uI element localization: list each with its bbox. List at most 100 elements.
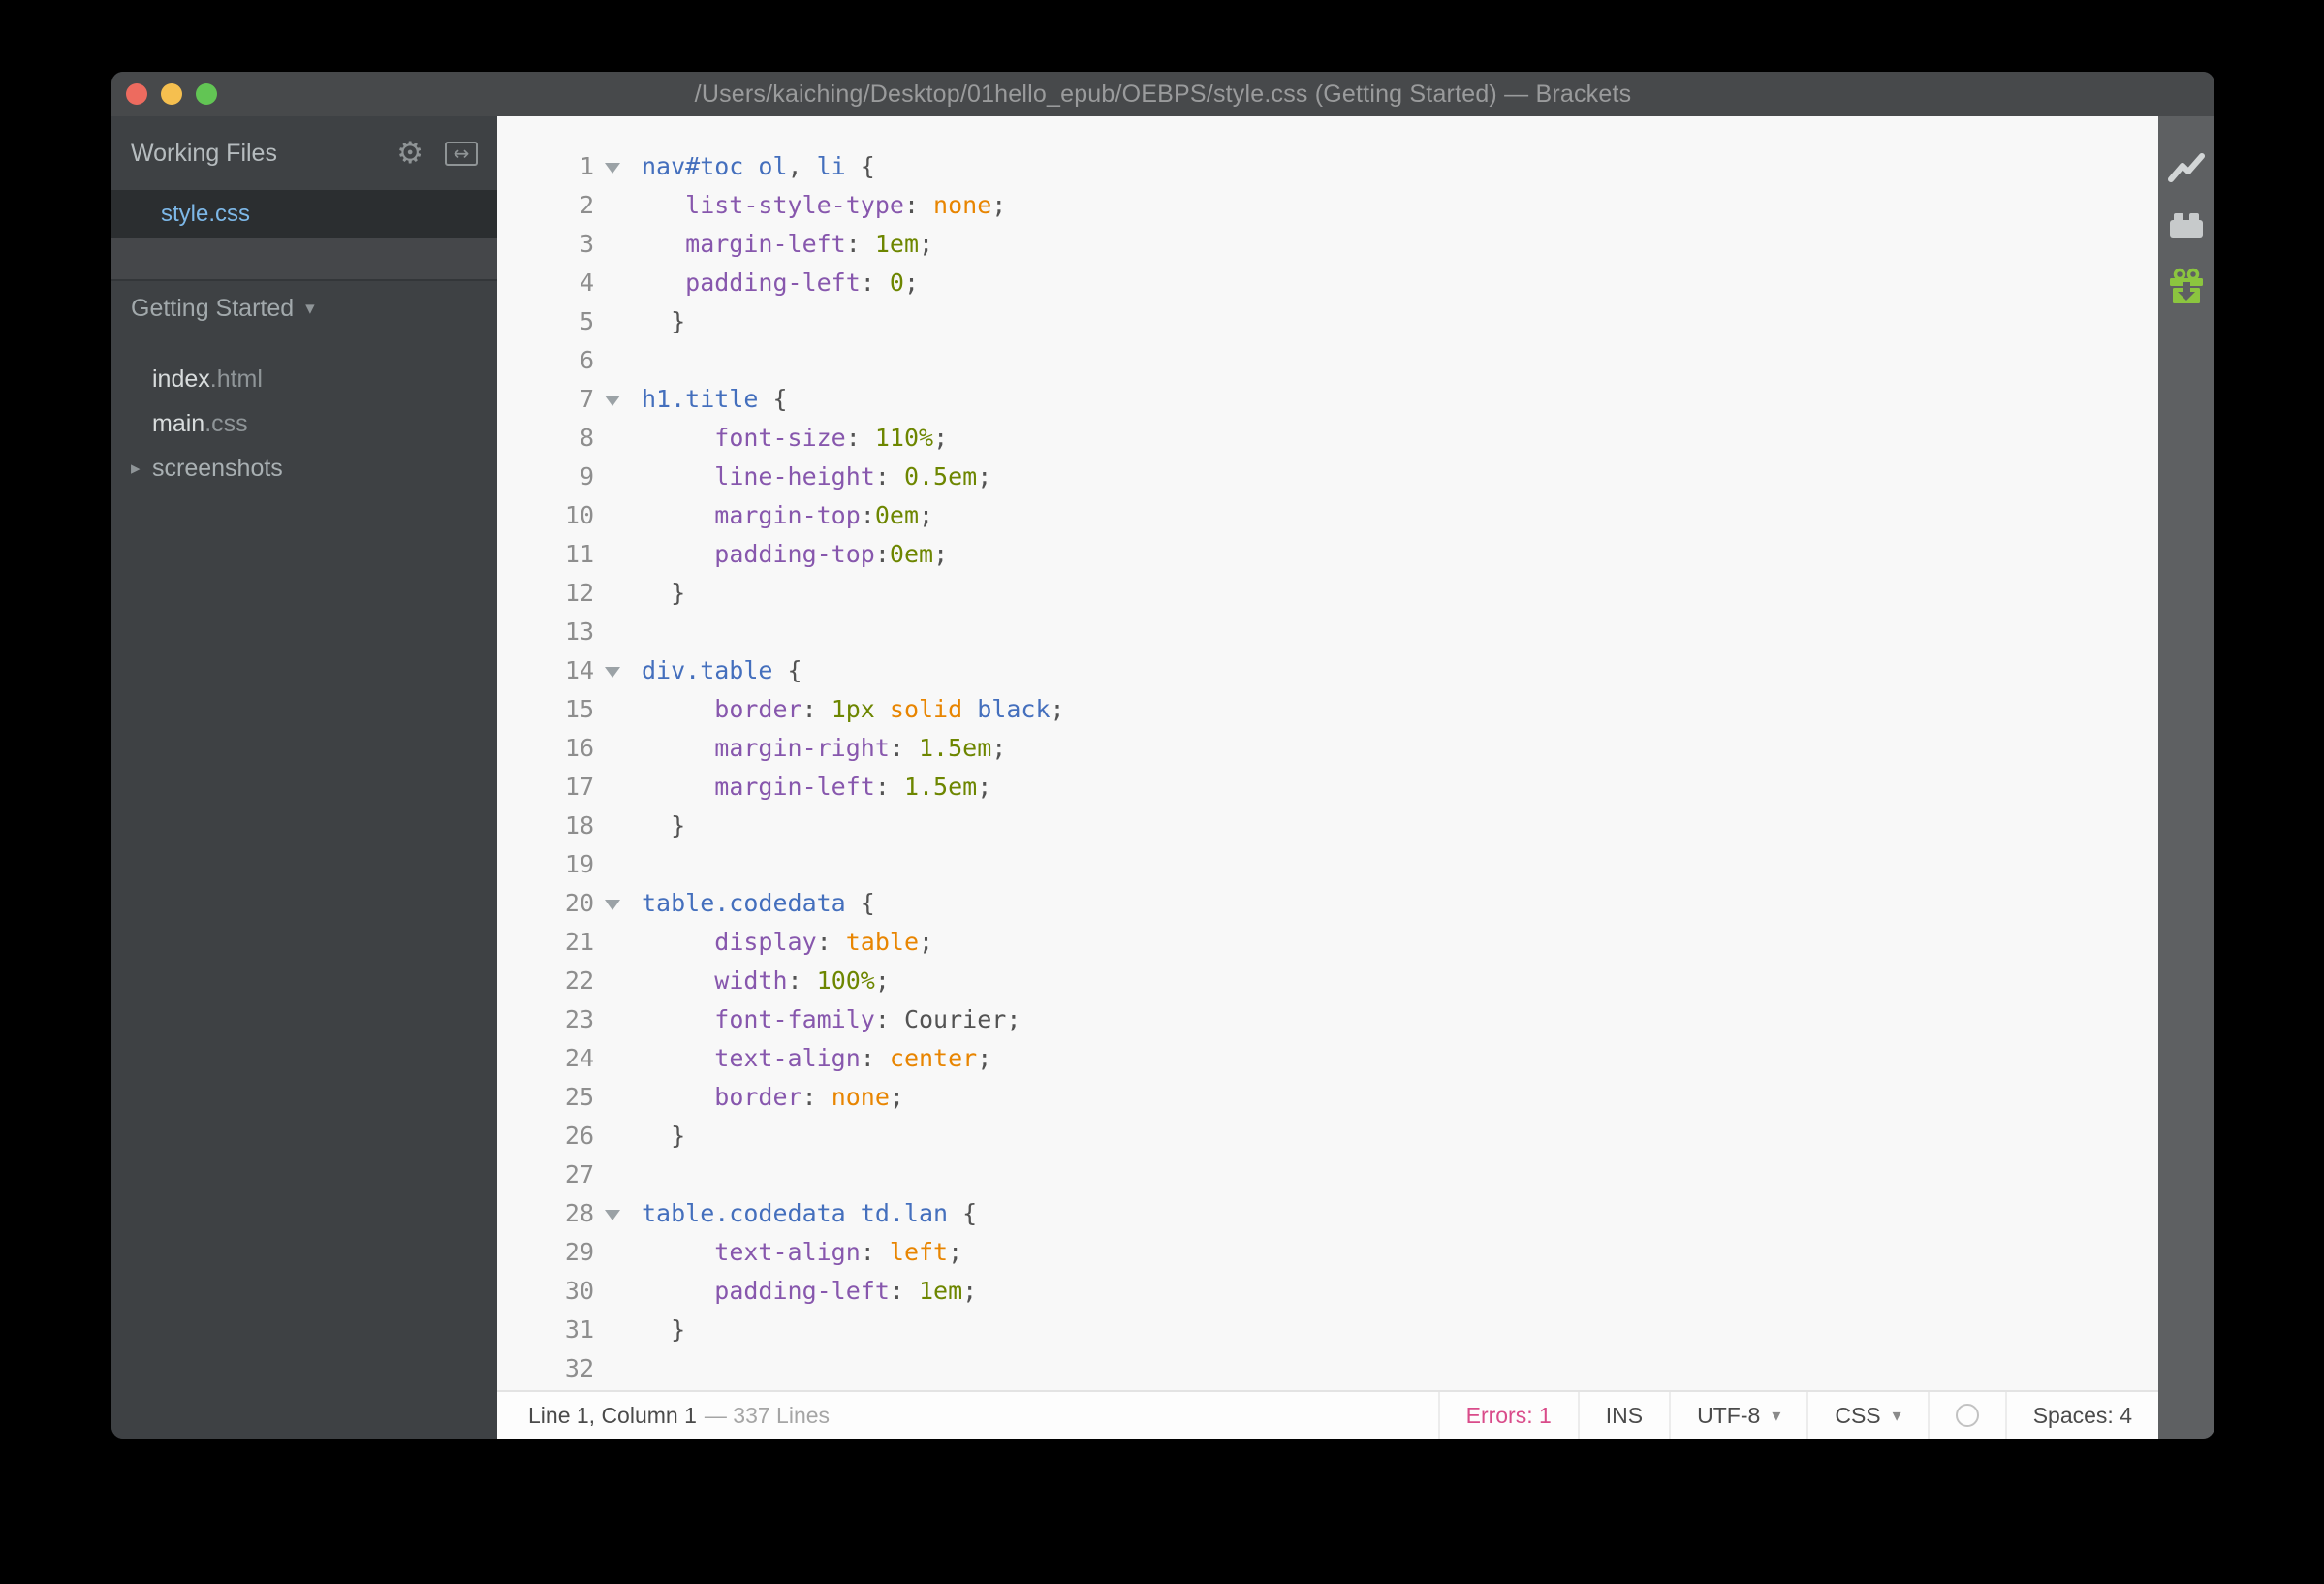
code-text: padding-top:0em; (631, 535, 948, 574)
code-line[interactable]: 16 margin-right: 1.5em; (497, 729, 2158, 768)
code-line[interactable]: 28 table.codedata td.lan { (497, 1194, 2158, 1233)
code-line[interactable]: 31 } (497, 1311, 2158, 1349)
code-line[interactable]: 11 padding-top:0em; (497, 535, 2158, 574)
code-line[interactable]: 1 nav#toc ol, li { (497, 147, 2158, 186)
code-text: } (631, 574, 685, 613)
fold-marker-icon[interactable] (605, 395, 620, 406)
tree-item[interactable]: index .html (111, 357, 497, 401)
extension-updates-icon[interactable] (2169, 268, 2204, 304)
token-atom: center (889, 1044, 978, 1072)
gear-icon[interactable]: ⚙ (396, 138, 424, 169)
code-line[interactable]: 23 font-family: Courier; (497, 1000, 2158, 1039)
right-toolbar (2158, 116, 2214, 1439)
code-line[interactable]: 2 list-style-type: none; (497, 186, 2158, 225)
project-name: Getting Started (131, 294, 295, 322)
live-preview-icon[interactable] (2168, 153, 2205, 182)
errors-indicator[interactable]: Errors: 1 (1437, 1392, 1578, 1439)
token-pun: ; (933, 540, 949, 568)
tree-item[interactable]: main .css (111, 401, 497, 446)
insert-mode-indicator[interactable]: INS (1577, 1392, 1669, 1439)
line-number: 31 (564, 1315, 594, 1344)
code-line[interactable]: 27 (497, 1156, 2158, 1194)
code-line[interactable]: 30 padding-left: 1em; (497, 1272, 2158, 1311)
fold-gutter (594, 1000, 631, 1039)
token-num: 1.5em (919, 734, 992, 762)
token-pun (642, 462, 714, 491)
code-line[interactable]: 25 border: none; (497, 1078, 2158, 1117)
status-bar: Line 1, Column 1 — 337 Lines Errors: 1 I… (497, 1390, 2158, 1439)
code-line[interactable]: 24 text-align: center; (497, 1039, 2158, 1078)
token-pun (642, 966, 714, 995)
code-line[interactable]: 22 width: 100%; (497, 962, 2158, 1000)
close-button[interactable] (126, 83, 147, 105)
working-file-item[interactable]: style.css (111, 190, 497, 238)
line-number: 28 (564, 1199, 594, 1227)
code-text: margin-left: 1em; (631, 225, 933, 264)
code-text: padding-left: 1em; (631, 1272, 977, 1311)
fold-gutter (594, 419, 631, 458)
fold-gutter (594, 1039, 631, 1078)
file-extension: .css (204, 409, 248, 437)
code-line[interactable]: 32 (497, 1349, 2158, 1388)
token-prop: font-family (714, 1005, 875, 1033)
line-number: 30 (564, 1277, 594, 1305)
fold-marker-icon[interactable] (605, 1209, 620, 1220)
code-line[interactable]: 15 border: 1px solid black; (497, 690, 2158, 729)
code-line[interactable]: 5 } (497, 302, 2158, 341)
code-line[interactable]: 14 div.table { (497, 651, 2158, 690)
code-line[interactable]: 26 } (497, 1117, 2158, 1156)
fold-gutter (594, 1272, 631, 1311)
fold-marker-icon[interactable] (605, 666, 620, 678)
code-text: margin-left: 1.5em; (631, 768, 991, 807)
traffic-lights (126, 72, 217, 116)
lint-status[interactable] (1927, 1392, 2005, 1439)
encoding-selector[interactable]: UTF-8 ▾ (1669, 1392, 1806, 1439)
code-line[interactable]: 21 display: table; (497, 923, 2158, 962)
token-num: 0em (874, 501, 919, 529)
language-selector[interactable]: CSS ▾ (1806, 1392, 1927, 1439)
code-line[interactable]: 13 (497, 613, 2158, 651)
code-line[interactable]: 7 h1.title { (497, 380, 2158, 419)
code-line[interactable]: 10 margin-top:0em; (497, 496, 2158, 535)
extension-manager-icon[interactable] (2168, 211, 2205, 238)
line-number: 20 (564, 889, 594, 917)
code-line[interactable]: 12 } (497, 574, 2158, 613)
project-dropdown[interactable]: Getting Started ▾ (111, 281, 497, 335)
split-view-icon[interactable]: ↔ (445, 141, 478, 166)
token-prop: line-height (714, 462, 875, 491)
code-line[interactable]: 8 font-size: 110%; (497, 419, 2158, 458)
token-pun: } (642, 307, 686, 335)
minimize-button[interactable] (161, 83, 182, 105)
code-line[interactable]: 19 (497, 845, 2158, 884)
code-line[interactable]: 9 line-height: 0.5em; (497, 458, 2158, 496)
token-pun (642, 269, 685, 297)
zoom-button[interactable] (196, 83, 217, 105)
code-line[interactable]: 6 (497, 341, 2158, 380)
code-line[interactable]: 20 table.codedata { (497, 884, 2158, 923)
line-number: 4 (579, 269, 594, 297)
token-pun (642, 1238, 714, 1266)
code-line[interactable]: 4 padding-left: 0; (497, 264, 2158, 302)
fold-gutter (594, 1117, 631, 1156)
indentation-setting[interactable]: Spaces: 4 (2004, 1392, 2158, 1439)
tree-item[interactable]: ▸ screenshots (111, 446, 497, 491)
token-pun: { (948, 1199, 978, 1227)
line-number: 8 (579, 424, 594, 452)
cursor-position[interactable]: Line 1, Column 1 — 337 Lines (497, 1403, 830, 1429)
fold-marker-icon[interactable] (605, 899, 620, 910)
token-prop: border (714, 695, 802, 723)
code-area[interactable]: 1 nav#toc ol, li {2 list-style-type: none… (497, 116, 2158, 1390)
code-line[interactable]: 29 text-align: left; (497, 1233, 2158, 1272)
status-indicators: Errors: 1 INS UTF-8 ▾ CSS ▾ Spaces: 4 (1437, 1392, 2158, 1439)
code-line[interactable]: 3 margin-left: 1em; (497, 225, 2158, 264)
code-line[interactable]: 17 margin-left: 1.5em; (497, 768, 2158, 807)
fold-marker-icon[interactable] (605, 162, 620, 174)
code-line[interactable]: 18 } (497, 807, 2158, 845)
chevron-down-icon: ▾ (1892, 1405, 1901, 1426)
code-text: border: 1px solid black; (631, 690, 1064, 729)
line-number: 5 (579, 307, 594, 335)
token-num: 1em (874, 230, 919, 258)
token-pun: ; (977, 1044, 992, 1072)
token-pun: ; (933, 424, 949, 452)
